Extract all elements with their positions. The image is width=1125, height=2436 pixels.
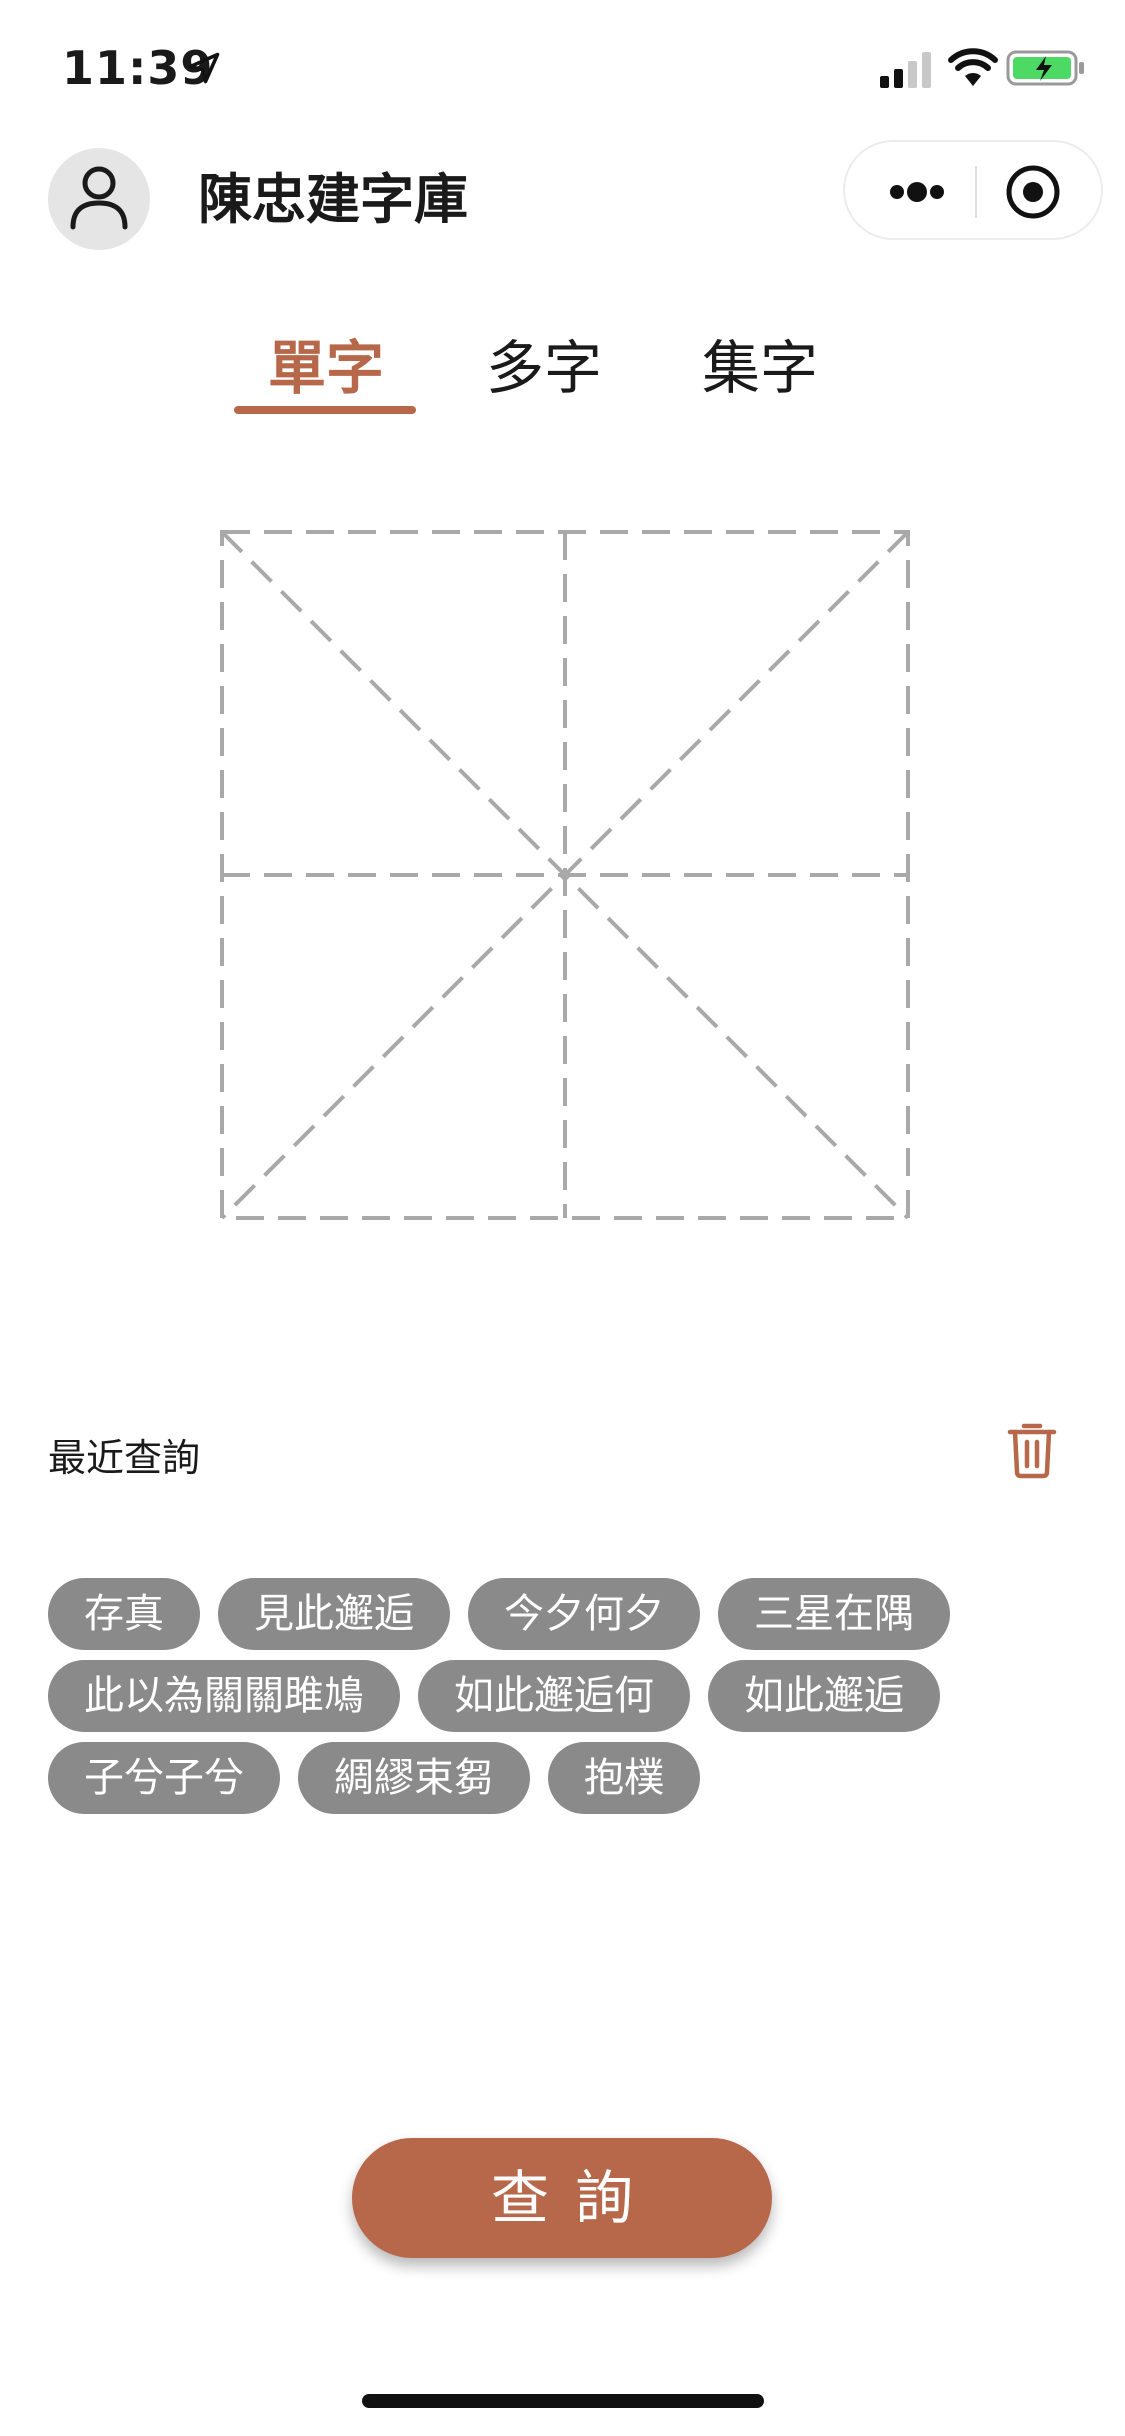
tab-bar: 單字 多字 集字: [0, 318, 1125, 428]
app-title: 陳忠建字庫: [198, 168, 468, 231]
wifi-icon: [948, 48, 998, 86]
status-bar: 11:39: [0, 0, 1125, 140]
chip-row: 此以為關關雎鳩 如此邂逅何 如此邂逅: [48, 1660, 1088, 1732]
recent-chip[interactable]: 如此邂逅何: [418, 1660, 690, 1732]
recent-chip[interactable]: 子兮子兮: [48, 1742, 280, 1814]
battery-charging-icon: [1006, 50, 1084, 86]
recent-chip[interactable]: 如此邂逅: [708, 1660, 940, 1732]
tab-single-char[interactable]: 單字: [234, 318, 418, 418]
user-icon: [70, 166, 128, 230]
home-indicator[interactable]: [362, 2394, 764, 2408]
recent-chip[interactable]: 此以為關關雎鳩: [48, 1660, 400, 1732]
recent-chips: 存真 見此邂逅 今夕何夕 三星在隅 此以為關關雎鳩 如此邂逅何 如此邂逅 子兮子…: [48, 1578, 1088, 1824]
close-target-icon[interactable]: [995, 160, 1075, 224]
avatar[interactable]: [48, 148, 150, 250]
chip-row: 子兮子兮 綢繆束芻 抱樸: [48, 1742, 1088, 1814]
cellular-signal-icon: [880, 52, 931, 88]
query-button[interactable]: 查詢: [352, 2138, 772, 2258]
tab-collect-char[interactable]: 集字: [668, 318, 852, 418]
recent-chip[interactable]: 存真: [48, 1578, 200, 1650]
writing-grid[interactable]: [220, 530, 910, 1220]
more-icon[interactable]: [865, 160, 965, 224]
chip-row: 存真 見此邂逅 今夕何夕 三星在隅: [48, 1578, 1088, 1650]
recent-chip[interactable]: 綢繆束芻: [298, 1742, 530, 1814]
recent-chip[interactable]: 抱樸: [548, 1742, 700, 1814]
recent-title: 最近查詢: [48, 1436, 201, 1480]
recent-chip[interactable]: 今夕何夕: [468, 1578, 700, 1650]
recent-chip[interactable]: 見此邂逅: [218, 1578, 450, 1650]
capsule-divider: [975, 166, 977, 218]
trash-icon[interactable]: [1006, 1420, 1058, 1480]
location-arrow-icon: [188, 52, 220, 84]
tab-active-indicator: [234, 406, 416, 414]
recent-chip[interactable]: 三星在隅: [718, 1578, 950, 1650]
tab-multi-char[interactable]: 多字: [452, 318, 636, 418]
app-header: 陳忠建字庫: [0, 140, 1125, 260]
menu-capsule: [843, 140, 1103, 240]
